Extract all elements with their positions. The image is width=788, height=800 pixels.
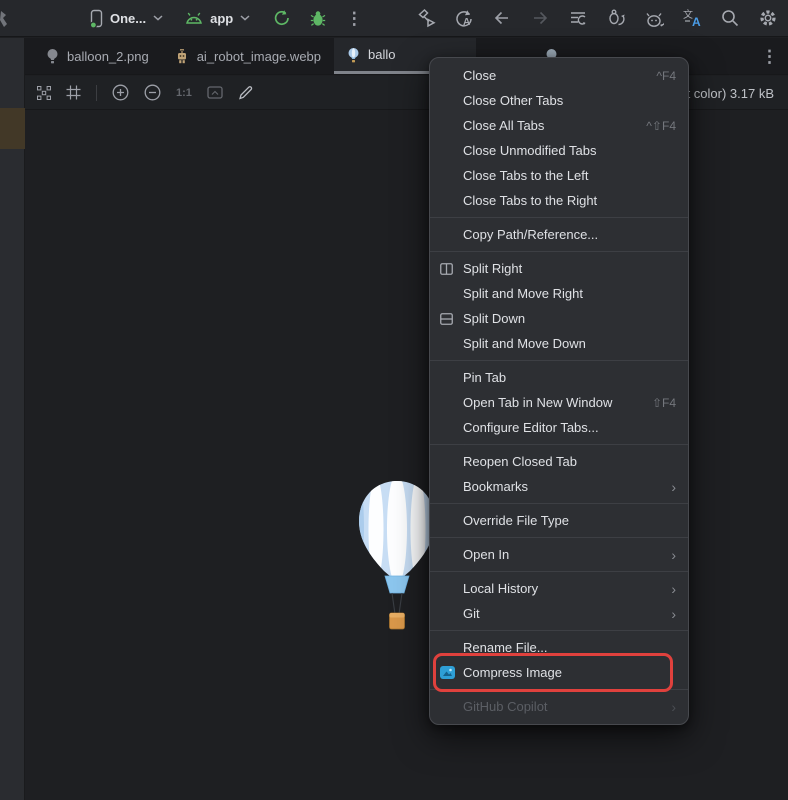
svg-text:A: A (463, 17, 470, 28)
menu-item-split-move-right[interactable]: Split and Move Right (430, 281, 688, 306)
menu-separator (430, 630, 688, 631)
shortcut-label: ⇧F4 (652, 396, 676, 410)
tab-label: ai_robot_image.webp (197, 49, 321, 64)
image-info-text: t color) 3.17 kB (687, 76, 774, 110)
svg-text:A: A (692, 15, 701, 28)
debug-icon[interactable] (308, 8, 328, 28)
zoom-fit-icon[interactable] (37, 86, 51, 100)
submenu-chevron-icon (671, 607, 676, 621)
chevron-down-icon (153, 15, 163, 21)
device-selector-label: One... (110, 11, 146, 26)
run-config-label: app (210, 11, 233, 26)
tab-options-kebab-icon[interactable]: ⋮ (761, 48, 778, 65)
menu-item-close[interactable]: Close ^F4 (430, 63, 688, 88)
zoom-out-icon[interactable] (144, 84, 161, 101)
left-tool-stripe (0, 38, 25, 800)
forward-icon[interactable] (530, 8, 550, 28)
run-configuration-selector[interactable]: app (185, 11, 250, 26)
android-icon (185, 12, 203, 24)
menu-item-close-tabs-right[interactable]: Close Tabs to the Right (430, 188, 688, 213)
menu-separator (430, 217, 688, 218)
rerun-icon[interactable] (272, 8, 292, 28)
partial-edge-icon (0, 10, 9, 28)
menu-item-pin-tab[interactable]: Pin Tab (430, 365, 688, 390)
tool-stripe-active-highlight[interactable] (0, 108, 25, 149)
split-down-icon (440, 313, 463, 325)
submenu-chevron-icon (671, 700, 676, 714)
actual-size-label[interactable]: 1:1 (176, 87, 192, 99)
main-toolbar: One... app (0, 0, 788, 37)
search-icon[interactable] (720, 8, 740, 28)
chevron-down-icon (240, 15, 250, 21)
device-selector[interactable]: One... (90, 9, 163, 28)
menu-item-configure-editor-tabs[interactable]: Configure Editor Tabs... (430, 415, 688, 440)
tab-balloon-2-png[interactable]: balloon_2.png (33, 38, 162, 74)
menu-separator (430, 571, 688, 572)
build-run-icon[interactable] (416, 8, 436, 28)
menu-separator (430, 251, 688, 252)
split-right-icon (440, 263, 463, 275)
menu-item-reopen-closed-tab[interactable]: Reopen Closed Tab (430, 449, 688, 474)
submenu-chevron-icon (671, 480, 676, 494)
menu-item-split-right[interactable]: Split Right (430, 256, 688, 281)
compress-image-icon (440, 666, 463, 679)
balloon-blue-icon (347, 47, 360, 63)
menu-item-split-down[interactable]: Split Down (430, 306, 688, 331)
menu-item-local-history[interactable]: Local History (430, 576, 688, 601)
menu-separator (430, 689, 688, 690)
toolbar-divider (96, 85, 97, 101)
changes-list-icon[interactable] (568, 8, 588, 28)
back-icon[interactable] (492, 8, 512, 28)
grid-frame-icon[interactable] (66, 85, 81, 100)
device-phone-icon (90, 9, 103, 28)
balloon-gray-icon (46, 48, 59, 64)
fit-window-icon[interactable] (207, 86, 223, 99)
tab-ai-robot-image-webp[interactable]: ai_robot_image.webp (162, 38, 334, 74)
translate-icon[interactable]: 文 A (682, 8, 702, 28)
menu-item-split-move-down[interactable]: Split and Move Down (430, 331, 688, 356)
settings-gear-icon[interactable] (758, 8, 778, 28)
submenu-chevron-icon (671, 582, 676, 596)
menu-item-close-tabs-left[interactable]: Close Tabs to the Left (430, 163, 688, 188)
sync-letter-icon[interactable]: A (454, 8, 474, 28)
menu-item-open-in[interactable]: Open In (430, 542, 688, 567)
menu-separator (430, 503, 688, 504)
robot-icon (175, 49, 189, 64)
menu-item-git[interactable]: Git (430, 601, 688, 626)
run-options-kebab-icon[interactable]: ⋮ (344, 8, 364, 28)
menu-separator (430, 360, 688, 361)
menu-item-rename-file[interactable]: Rename File... (430, 635, 688, 660)
profiler-icon[interactable] (644, 8, 664, 28)
debug-restart-icon[interactable] (606, 8, 626, 28)
zoom-in-icon[interactable] (112, 84, 129, 101)
menu-item-close-unmodified-tabs[interactable]: Close Unmodified Tabs (430, 138, 688, 163)
menu-item-close-all-tabs[interactable]: Close All Tabs ^⇧F4 (430, 113, 688, 138)
edit-pencil-icon[interactable] (238, 85, 253, 100)
menu-item-compress-image[interactable]: Compress Image (430, 660, 688, 685)
menu-separator (430, 444, 688, 445)
tab-label: balloon_2.png (67, 49, 149, 64)
menu-item-close-other-tabs[interactable]: Close Other Tabs (430, 88, 688, 113)
submenu-chevron-icon (671, 548, 676, 562)
shortcut-label: ^F4 (656, 69, 676, 83)
shortcut-label: ^⇧F4 (646, 119, 676, 133)
ide-window: One... app (0, 0, 788, 800)
menu-item-bookmarks[interactable]: Bookmarks (430, 474, 688, 499)
menu-separator (430, 537, 688, 538)
menu-item-github-copilot[interactable]: GitHub Copilot (430, 694, 688, 719)
menu-item-override-file-type[interactable]: Override File Type (430, 508, 688, 533)
tab-label: ballo (368, 47, 395, 62)
menu-item-open-tab-new-window[interactable]: Open Tab in New Window ⇧F4 (430, 390, 688, 415)
tab-context-menu: Close ^F4 Close Other Tabs Close All Tab… (429, 57, 689, 725)
menu-item-copy-path-reference[interactable]: Copy Path/Reference... (430, 222, 688, 247)
